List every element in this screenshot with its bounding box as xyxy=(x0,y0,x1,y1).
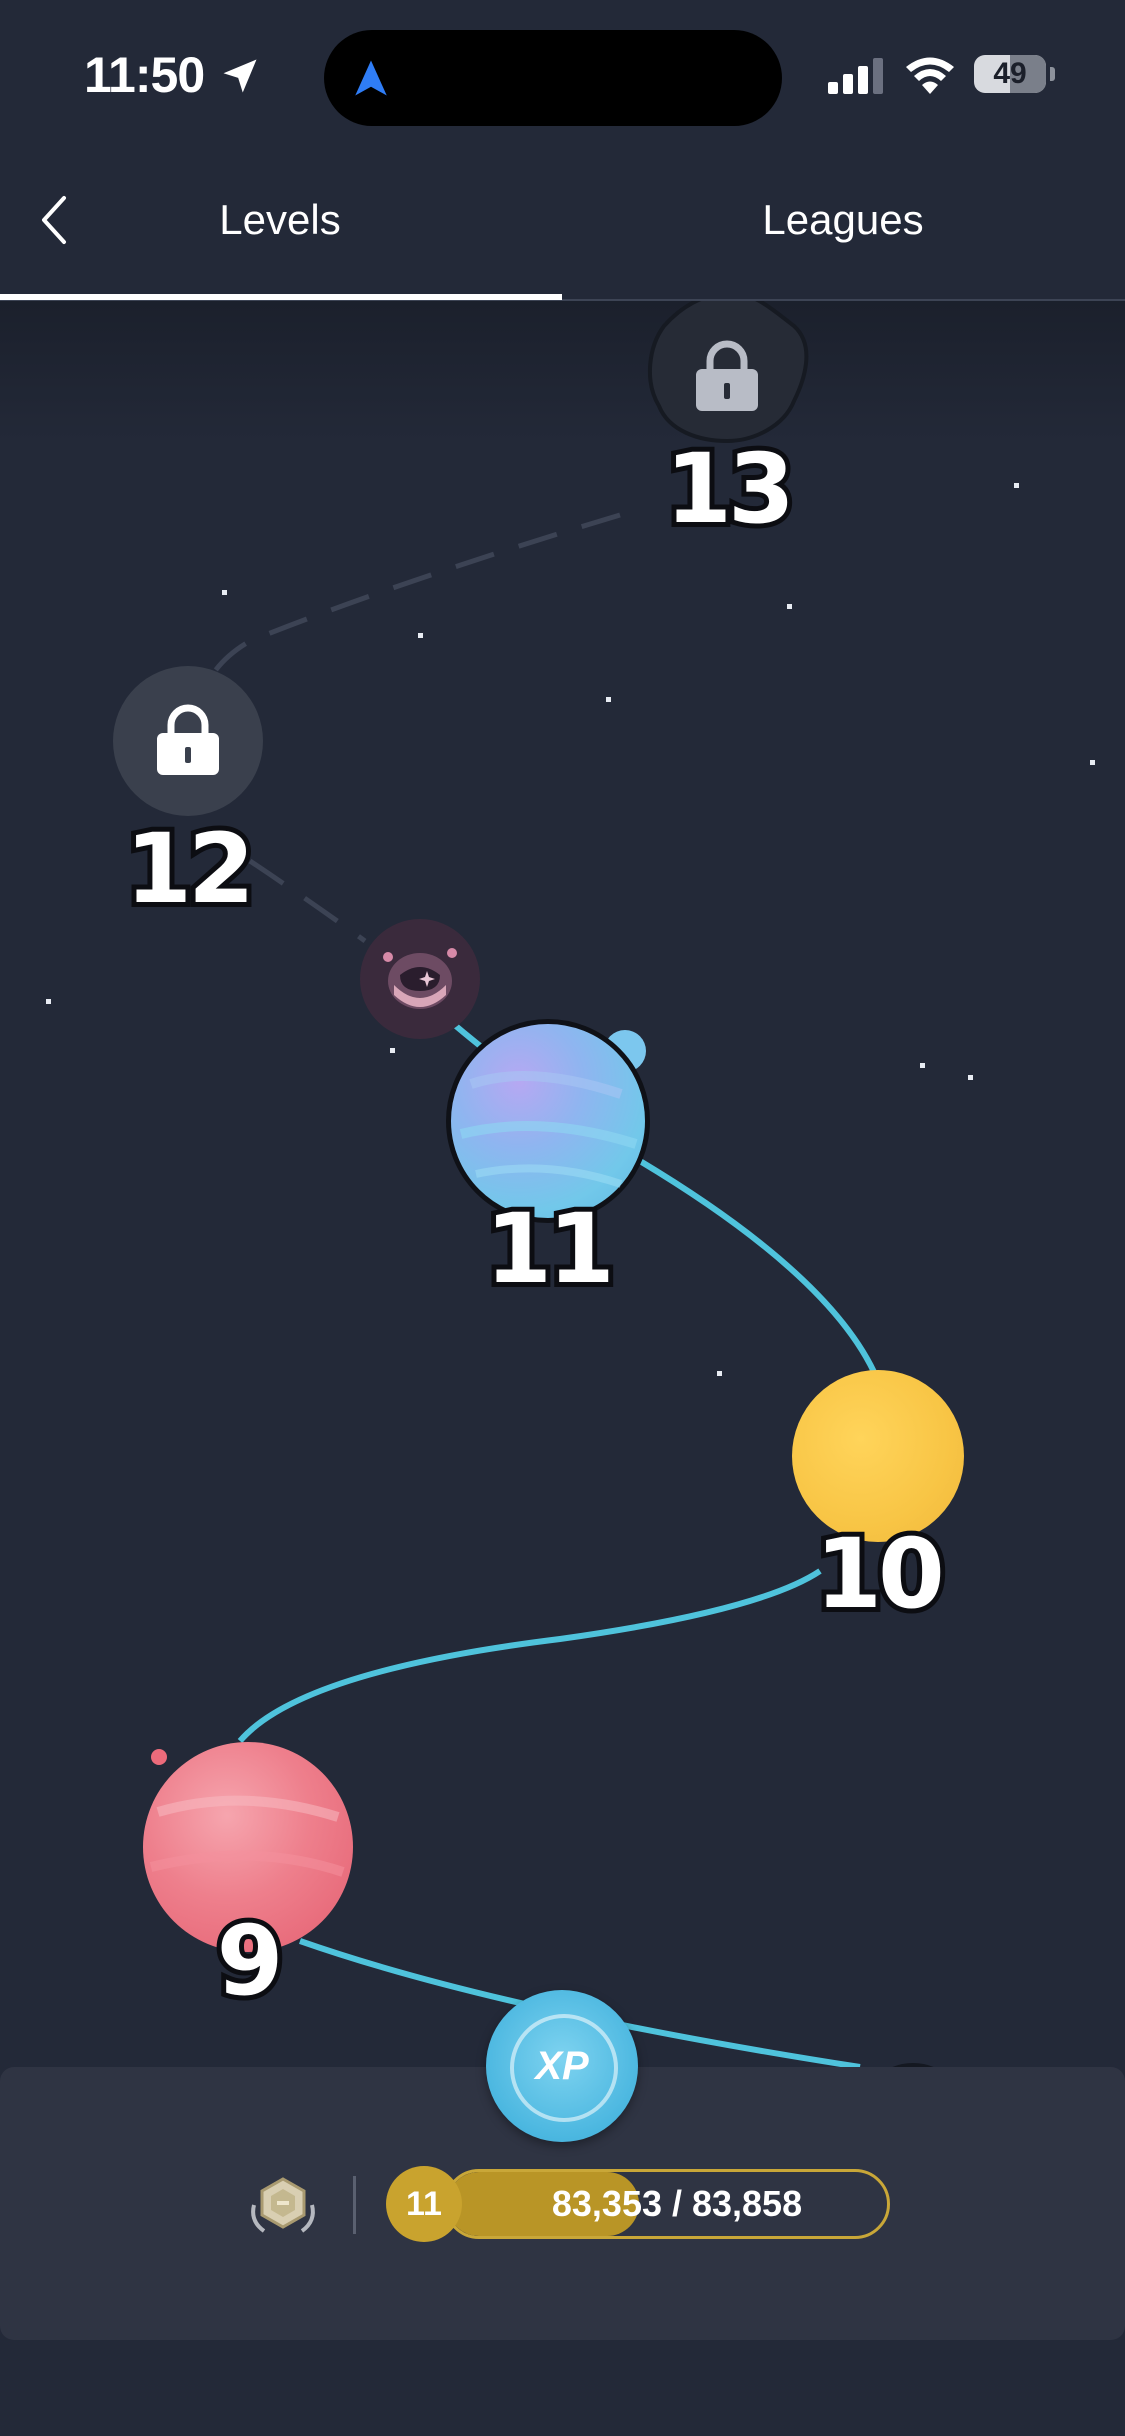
wifi-icon xyxy=(906,57,954,94)
tab-levels[interactable]: Levels xyxy=(160,196,400,244)
planet-swirl xyxy=(459,1071,638,1188)
star xyxy=(787,604,792,609)
battery-indicator: 49 xyxy=(974,55,1046,93)
dynamic-island xyxy=(324,30,782,126)
star xyxy=(390,1048,395,1053)
lock-icon xyxy=(157,704,219,775)
star xyxy=(920,1063,925,1068)
astronaut-helmet-icon xyxy=(383,948,457,1009)
divider xyxy=(353,2176,356,2234)
status-time: 11:50 xyxy=(84,47,205,103)
lock-icon xyxy=(696,340,758,411)
navigation-arrow-icon xyxy=(355,60,387,96)
level-12-label: 12 xyxy=(120,813,260,925)
star xyxy=(717,1371,722,1376)
tab-leagues[interactable]: Leagues xyxy=(723,196,963,244)
level-11-label: 11 xyxy=(480,1193,620,1305)
star xyxy=(1090,760,1095,765)
level-map[interactable]: 13 12 11 10 9 xyxy=(0,301,1125,2067)
level-10-node[interactable] xyxy=(792,1370,964,1542)
xp-label: XP xyxy=(535,2044,589,2088)
xp-badge[interactable]: XP xyxy=(486,1990,638,2142)
star xyxy=(418,633,423,638)
star xyxy=(968,1075,973,1080)
level-10-label: 10 xyxy=(810,1518,950,1630)
cellular-signal-icon xyxy=(828,58,883,94)
rank-laurel-icon[interactable] xyxy=(244,2175,322,2237)
star xyxy=(46,999,51,1004)
status-bar: 11:50 49 xyxy=(0,0,1125,150)
star xyxy=(606,697,611,702)
level-13-label: 13 xyxy=(660,433,800,545)
battery-level: 49 xyxy=(993,57,1027,90)
xp-progress-bar: 83,353 / 83,858 xyxy=(444,2169,890,2239)
back-chevron-icon[interactable] xyxy=(30,190,80,250)
battery-nub xyxy=(1050,67,1055,81)
current-level-badge: 11 xyxy=(386,2166,462,2242)
star xyxy=(1014,483,1019,488)
level-9-label: 9 xyxy=(212,1905,289,2017)
star xyxy=(222,590,227,595)
active-tab-indicator xyxy=(0,294,562,300)
location-arrow-icon xyxy=(223,59,257,93)
xp-progress-text: 83,353 / 83,858 xyxy=(551,2183,803,2224)
